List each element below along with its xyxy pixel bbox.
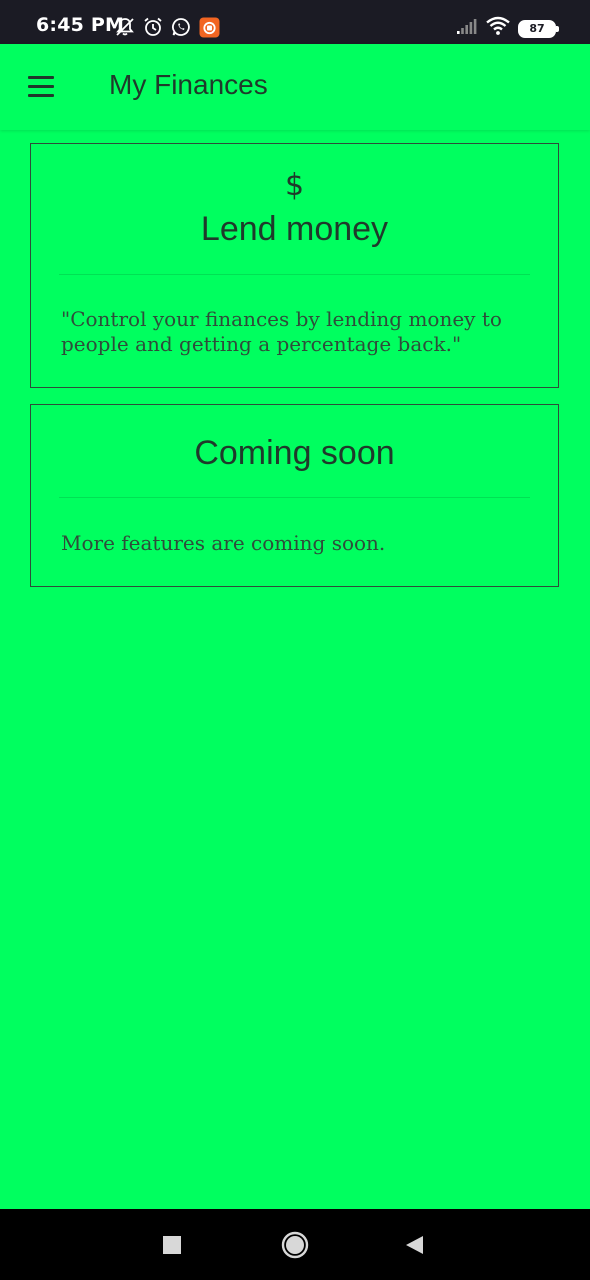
hamburger-menu-icon[interactable]	[26, 73, 58, 101]
back-icon[interactable]	[403, 1233, 427, 1257]
dollar-icon: $	[284, 168, 305, 203]
lend-money-card[interactable]: $ Lend money "Control your finances by l…	[30, 143, 559, 388]
app-title: My Finances	[109, 69, 268, 100]
status-notification-icons	[114, 16, 220, 38]
alarm-icon	[142, 16, 164, 38]
wifi-icon	[486, 16, 510, 41]
battery-icon: 87	[518, 19, 559, 38]
card-title: Lend money	[200, 210, 389, 248]
signal-icon	[456, 17, 478, 40]
card-divider	[59, 497, 530, 498]
card-title: Coming soon	[194, 434, 395, 472]
whatsapp-icon	[170, 16, 192, 38]
card-divider	[59, 274, 530, 275]
coming-soon-card[interactable]: Coming soon More features are coming soo…	[30, 404, 559, 587]
home-icon[interactable]	[281, 1231, 309, 1259]
app-notification-icon	[198, 16, 220, 38]
recents-icon[interactable]	[160, 1233, 184, 1257]
status-time: 6:45 PM	[36, 14, 125, 36]
status-system-icons: 87	[456, 16, 559, 41]
app-bar: My Finances	[0, 44, 590, 130]
status-bar: 6:45 PM 87	[0, 0, 590, 44]
system-nav-bar	[0, 1209, 590, 1280]
notifications-off-icon	[114, 16, 136, 38]
card-description: More features are coming soon.	[61, 531, 386, 555]
card-description: "Control your finances by lending money …	[61, 307, 502, 356]
